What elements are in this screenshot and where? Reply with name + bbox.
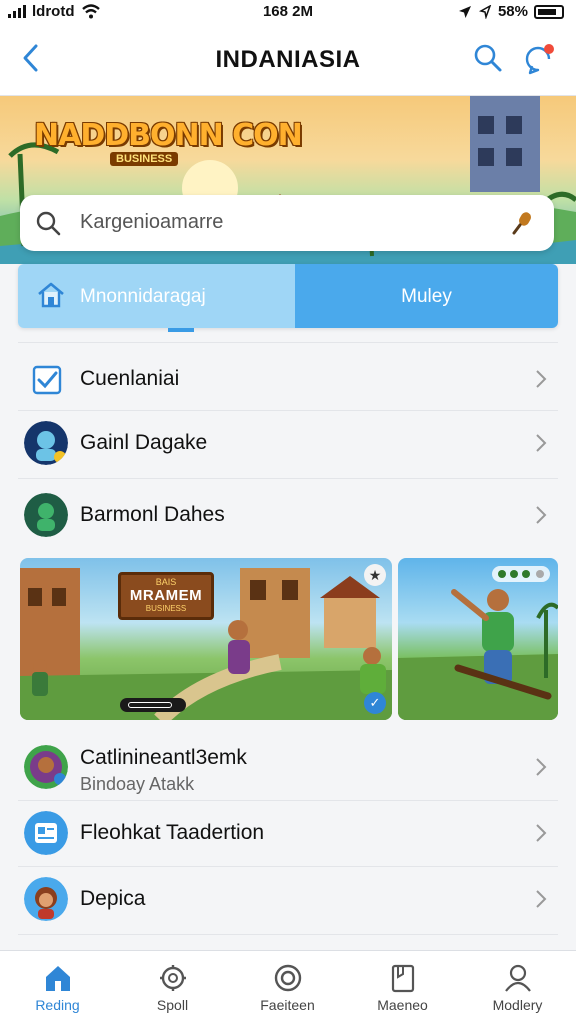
banner-scene <box>398 589 558 720</box>
list-item[interactable]: Catlinineantl3emk Bindoay Atakk <box>18 734 558 800</box>
divider <box>18 934 558 935</box>
avatar-green <box>24 745 68 789</box>
list-item-subtitle: Bindoay Atakk <box>80 774 195 794</box>
chevron-right-icon <box>536 370 547 388</box>
compass-icon <box>274 964 302 992</box>
status-dots <box>492 566 550 582</box>
microphone-icon[interactable] <box>508 209 536 237</box>
tab-label: Reding <box>35 997 80 1013</box>
hero-logo-sub: BUSINESS <box>110 152 179 166</box>
tab-label: Faeiteen <box>260 997 315 1013</box>
list-item[interactable]: Fleohkat Taadertion <box>18 800 558 866</box>
avatar-green <box>24 493 68 537</box>
list-item[interactable]: Gainl Dagake <box>18 410 558 476</box>
tab-label: Spoll <box>156 997 189 1013</box>
banner-sign-sub: BUSINESS <box>145 604 187 613</box>
tab-label: Maeneo <box>377 997 428 1013</box>
tab-home[interactable]: Reding <box>0 951 115 1024</box>
document-icon <box>391 964 415 993</box>
avatar-blue <box>24 421 68 465</box>
list-item[interactable]: Barmonl Dahes <box>18 482 558 548</box>
tab-spoll[interactable]: Spoll <box>115 951 230 1024</box>
search-icon <box>36 211 61 236</box>
segment-indicator <box>168 328 194 332</box>
banner-sign: BAIS MRAMEM BUSINESS <box>118 572 214 620</box>
status-bar: ldrotd 168 2M 58% <box>0 0 576 26</box>
divider <box>18 478 558 479</box>
chevron-right-icon <box>536 890 547 908</box>
progress-pill <box>120 698 186 712</box>
list-item-title: Cuenlaniai <box>80 367 180 390</box>
banner-sign-title: MRAMEM <box>129 587 203 604</box>
bottom-tab-bar: Reding Spoll Faeiteen Maeneo Modlery <box>0 950 576 1024</box>
chevron-right-icon <box>536 758 547 776</box>
list-item-title: Catlinineantl3emk <box>80 746 247 769</box>
game-banner-large[interactable]: BAIS MRAMEM BUSINESS ★ ✓ <box>20 558 392 720</box>
list-item-title: Barmonl Dahes <box>80 503 225 526</box>
nav-bar: INDANIASIA <box>0 26 576 96</box>
divider <box>18 342 558 343</box>
home-icon <box>46 966 70 991</box>
tab-label: Modlery <box>492 997 543 1013</box>
tab-left-label: Mnonnidaragaj <box>80 286 206 307</box>
person-icon <box>505 964 531 992</box>
chevron-right-icon <box>536 506 547 524</box>
tab-maeneo[interactable]: Maeneo <box>345 951 460 1024</box>
list-item-title: Gainl Dagake <box>80 431 208 454</box>
tab-modlery[interactable]: Modlery <box>460 951 575 1024</box>
chevron-right-icon <box>536 434 547 452</box>
alarm-icon <box>478 4 492 19</box>
tab-faeiteen[interactable]: Faeiteen <box>230 951 345 1024</box>
list-item[interactable]: Cuenlaniai <box>18 346 558 412</box>
search-input[interactable]: Kargenioamarre <box>80 211 223 234</box>
verified-icon: ✓ <box>364 692 386 714</box>
tab-left[interactable]: Mnonnidaragaj <box>18 264 295 328</box>
id-card-icon <box>24 811 68 855</box>
banner-sign-top: BAIS <box>155 577 177 587</box>
gear-icon <box>160 965 186 991</box>
search-bar[interactable]: Kargenioamarre <box>20 195 554 251</box>
battery-icon <box>534 4 564 19</box>
tab-right[interactable]: Muley <box>295 264 558 328</box>
star-icon[interactable]: ★ <box>364 564 386 586</box>
chevron-right-icon <box>536 824 547 842</box>
game-banner-small[interactable] <box>398 558 558 720</box>
location-arrow-icon <box>458 5 471 18</box>
search-icon[interactable] <box>472 42 504 74</box>
chat-notification-icon[interactable] <box>522 42 556 76</box>
segmented-control: Mnonnidaragaj Muley <box>18 264 558 328</box>
list-item-title: Fleohkat Taadertion <box>80 821 265 844</box>
checkbox-icon <box>32 365 62 395</box>
list-item[interactable]: Depica <box>18 866 558 932</box>
avatar-girl <box>24 877 68 921</box>
tab-right-label: Muley <box>401 286 452 307</box>
list-item-title: Depica <box>80 887 146 910</box>
hero-logo: NADDBONN CON <box>34 118 303 153</box>
home-icon <box>38 282 64 308</box>
battery-percent: 58% <box>497 3 528 20</box>
